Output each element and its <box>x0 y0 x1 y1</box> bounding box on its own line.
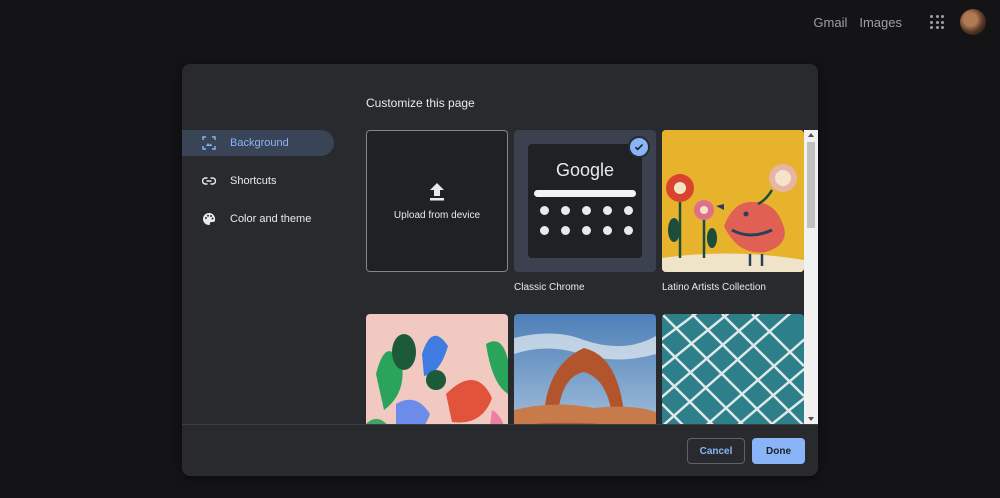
background-grid: Upload from device Google Classic Chrome <box>366 130 804 424</box>
images-link[interactable]: Images <box>859 15 902 30</box>
scroll-thumb[interactable] <box>807 142 815 228</box>
dialog-title: Customize this page <box>366 96 475 110</box>
upload-icon <box>430 182 444 200</box>
architecture-tile[interactable] <box>662 314 804 424</box>
sidebar-nav: Background Shortcuts Color and theme <box>182 130 342 244</box>
sidebar-item-color-and-theme[interactable]: Color and theme <box>182 206 342 232</box>
avatar[interactable] <box>960 9 986 35</box>
cancel-button[interactable]: Cancel <box>687 438 745 464</box>
grid-scrollbar[interactable] <box>804 130 818 424</box>
google-logo: Google <box>555 160 615 180</box>
upload-label: Upload from device <box>393 209 481 221</box>
folk-art-bird-image <box>662 130 804 272</box>
floral-art-tile[interactable] <box>366 314 508 424</box>
palette-icon <box>203 212 216 225</box>
gmail-link[interactable]: Gmail <box>813 15 847 30</box>
background-icon <box>202 136 216 150</box>
upload-from-device-tile[interactable]: Upload from device <box>366 130 508 272</box>
latino-artists-label: Latino Artists Collection <box>662 282 766 293</box>
arch-landscape-tile[interactable] <box>514 314 656 424</box>
floral-painting-image <box>366 314 508 424</box>
shortcut-dots <box>540 206 633 235</box>
selected-check-icon <box>628 136 650 158</box>
link-icon <box>202 177 216 185</box>
scroll-up-icon[interactable] <box>808 133 814 137</box>
latino-artists-tile[interactable] <box>662 130 804 272</box>
search-bar-preview <box>534 190 636 197</box>
scroll-down-icon[interactable] <box>808 417 814 421</box>
classic-chrome-preview: Google <box>528 144 642 258</box>
apps-grid-icon[interactable] <box>930 15 944 29</box>
sidebar-item-label: Background <box>230 137 289 149</box>
sidebar-item-label: Shortcuts <box>230 175 277 187</box>
glass-facade-image <box>662 314 804 424</box>
rock-arch-image <box>514 314 656 424</box>
customize-dialog: Customize this page Background Shortcuts… <box>182 64 818 476</box>
footer-divider <box>182 424 818 425</box>
classic-chrome-tile[interactable]: Google <box>514 130 656 272</box>
done-button[interactable]: Done <box>752 438 805 464</box>
classic-chrome-label: Classic Chrome <box>514 282 585 293</box>
sidebar-item-shortcuts[interactable]: Shortcuts <box>182 168 342 194</box>
sidebar-item-label: Color and theme <box>230 213 312 225</box>
top-bar: Gmail Images <box>813 0 1000 44</box>
sidebar-item-background[interactable]: Background <box>182 130 334 156</box>
